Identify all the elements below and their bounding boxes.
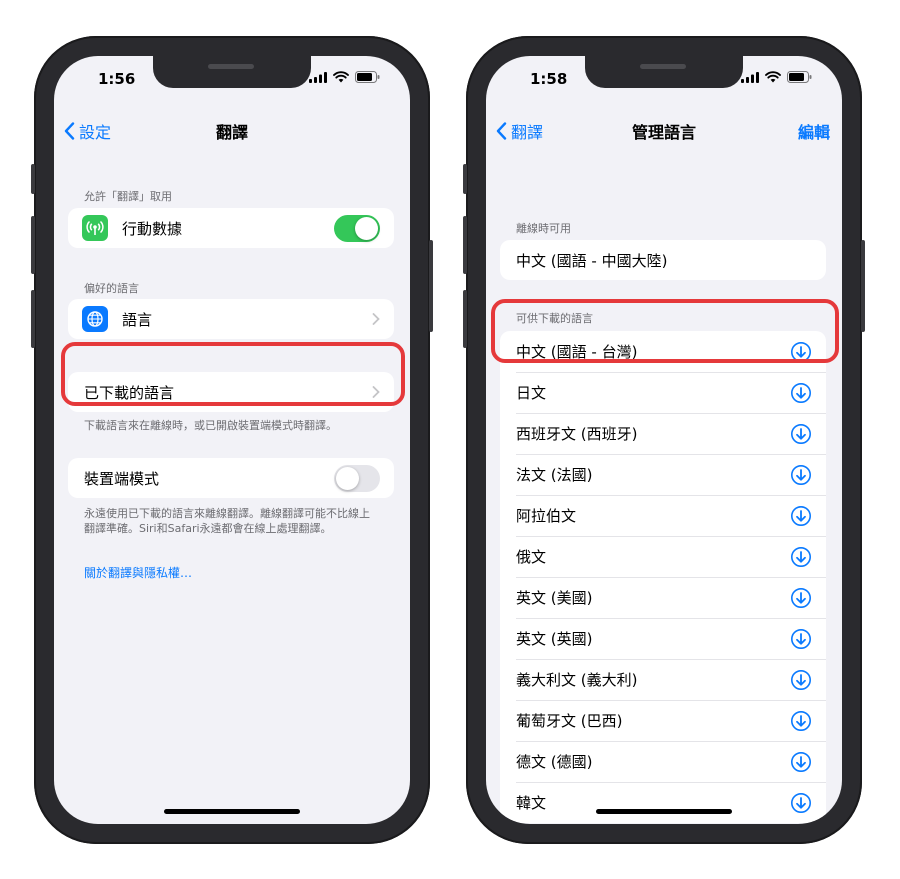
language-group: 語言 xyxy=(68,299,394,339)
download-circle-icon[interactable] xyxy=(790,792,812,814)
language-list-item: 英文 (美國) xyxy=(500,577,826,618)
home-indicator xyxy=(164,809,300,814)
downloaded-footer: 下載語言來在離線時，或已開啟裝置端模式時翻譯。 xyxy=(84,419,337,432)
cellular-group: 行動數據 xyxy=(68,208,394,248)
globe-icon xyxy=(82,306,108,332)
home-indicator xyxy=(596,809,732,814)
language-name: 英文 (美國) xyxy=(516,589,593,607)
status-icons xyxy=(741,71,812,83)
download-circle-icon[interactable] xyxy=(790,669,812,691)
language-list-item: 法文 (法國) xyxy=(500,454,826,495)
language-name: 俄文 xyxy=(516,548,547,566)
ondevice-row: 裝置端模式 xyxy=(68,458,394,498)
download-circle-icon[interactable] xyxy=(790,587,812,609)
ondevice-group: 裝置端模式 xyxy=(68,458,394,498)
language-name: 義大利文 (義大利) xyxy=(516,671,638,689)
battery-icon xyxy=(355,71,380,83)
page-title: 翻譯 xyxy=(215,123,248,142)
ondevice-footer: 永遠使用已下載的語言來離線翻譯。離線翻譯可能不比線上翻譯準確。Siri和Safa… xyxy=(84,507,370,535)
language-list-item: 韓文 xyxy=(500,782,826,823)
download-circle-icon[interactable] xyxy=(790,423,812,445)
language-list-item: 俄文 xyxy=(500,536,826,577)
download-circle-icon[interactable] xyxy=(790,546,812,568)
toggle-knob xyxy=(355,216,378,240)
wifi-icon xyxy=(765,71,781,83)
language-name: 法文 (法國) xyxy=(516,466,593,484)
left-phone: 1:56 設定 翻譯 允許「翻譯」取用 行動數據 偏好的語言 語言 已下載的語言… xyxy=(31,36,433,844)
language-list-item: 西班牙文 (西班牙) xyxy=(500,413,826,454)
language-list-item: 德文 (德國) xyxy=(500,741,826,782)
offline-language-label: 中文 (國語 - 中國大陸) xyxy=(516,251,668,270)
privacy-link[interactable]: 關於翻譯與隱私權… xyxy=(84,564,192,581)
right-phone: 1:58 翻譯 管理語言 編輯 離線時可用 中文 (國語 - 中國大陸) 可供下… xyxy=(463,36,865,844)
status-icons xyxy=(309,71,380,83)
antenna-icon xyxy=(82,215,108,241)
download-circle-icon[interactable] xyxy=(790,505,812,527)
language-name: 阿拉伯文 xyxy=(516,507,577,525)
allow-access-header: 允許「翻譯」取用 xyxy=(84,190,172,203)
offline-language-row: 中文 (國語 - 中國大陸) xyxy=(500,240,826,280)
volume-down-button xyxy=(463,290,467,348)
toggle-knob xyxy=(336,466,359,490)
cellular-label: 行動數據 xyxy=(122,219,183,238)
status-time: 1:56 xyxy=(98,70,136,88)
offline-available-header: 離線時可用 xyxy=(516,222,571,235)
language-list-item: 英文 (英國) xyxy=(500,618,826,659)
language-list-item: 日文 xyxy=(500,372,826,413)
speaker xyxy=(208,64,254,69)
download-circle-icon[interactable] xyxy=(790,710,812,732)
language-name: 英文 (英國) xyxy=(516,630,593,648)
ondevice-toggle[interactable] xyxy=(334,464,380,492)
language-row[interactable]: 語言 xyxy=(68,299,394,339)
ondevice-label: 裝置端模式 xyxy=(84,469,160,488)
battery-icon xyxy=(787,71,812,83)
language-list-item: 葡萄牙文 (巴西) xyxy=(500,700,826,741)
language-name: 西班牙文 (西班牙) xyxy=(516,425,638,443)
notch xyxy=(585,56,743,88)
page-title: 管理語言 xyxy=(631,123,696,142)
status-time: 1:58 xyxy=(530,70,568,88)
cellular-toggle[interactable] xyxy=(334,214,380,242)
side-button xyxy=(861,240,865,332)
navigation-bar: 翻譯 管理語言 編輯 xyxy=(486,112,842,148)
navigation-bar: 設定 翻譯 xyxy=(54,112,410,148)
volume-up-button xyxy=(31,216,35,274)
wifi-icon xyxy=(333,71,349,83)
volume-down-button xyxy=(31,290,35,348)
available-languages-group: 中文 (國語 - 台灣) 日文 西班牙文 (西班牙) 法文 (法國) 阿拉伯文 俄文 英文 … xyxy=(500,331,826,823)
silent-switch xyxy=(463,164,467,194)
language-list-item: 義大利文 (義大利) xyxy=(500,659,826,700)
language-list-item: 阿拉伯文 xyxy=(500,495,826,536)
notch xyxy=(153,56,311,88)
preferred-language-header: 偏好的語言 xyxy=(84,282,139,295)
highlight-box xyxy=(491,299,839,363)
edit-button[interactable]: 編輯 xyxy=(798,119,830,143)
volume-up-button xyxy=(463,216,467,274)
download-circle-icon[interactable] xyxy=(790,628,812,650)
download-circle-icon[interactable] xyxy=(790,751,812,773)
silent-switch xyxy=(31,164,35,194)
chevron-right-icon xyxy=(372,313,380,325)
language-name: 德文 (德國) xyxy=(516,753,593,771)
signal-icon xyxy=(741,71,759,83)
left-screen: 1:56 設定 翻譯 允許「翻譯」取用 行動數據 偏好的語言 語言 已下載的語言… xyxy=(54,56,410,824)
download-circle-icon[interactable] xyxy=(790,464,812,486)
right-screen: 1:58 翻譯 管理語言 編輯 離線時可用 中文 (國語 - 中國大陸) 可供下… xyxy=(486,56,842,824)
language-label: 語言 xyxy=(122,310,153,329)
download-circle-icon[interactable] xyxy=(790,382,812,404)
language-name: 日文 xyxy=(516,384,547,402)
cellular-row: 行動數據 xyxy=(68,208,394,248)
speaker xyxy=(640,64,686,69)
highlight-box xyxy=(61,342,405,406)
offline-group: 中文 (國語 - 中國大陸) xyxy=(500,240,826,280)
language-name: 葡萄牙文 (巴西) xyxy=(516,712,623,730)
side-button xyxy=(429,240,433,332)
signal-icon xyxy=(309,71,327,83)
